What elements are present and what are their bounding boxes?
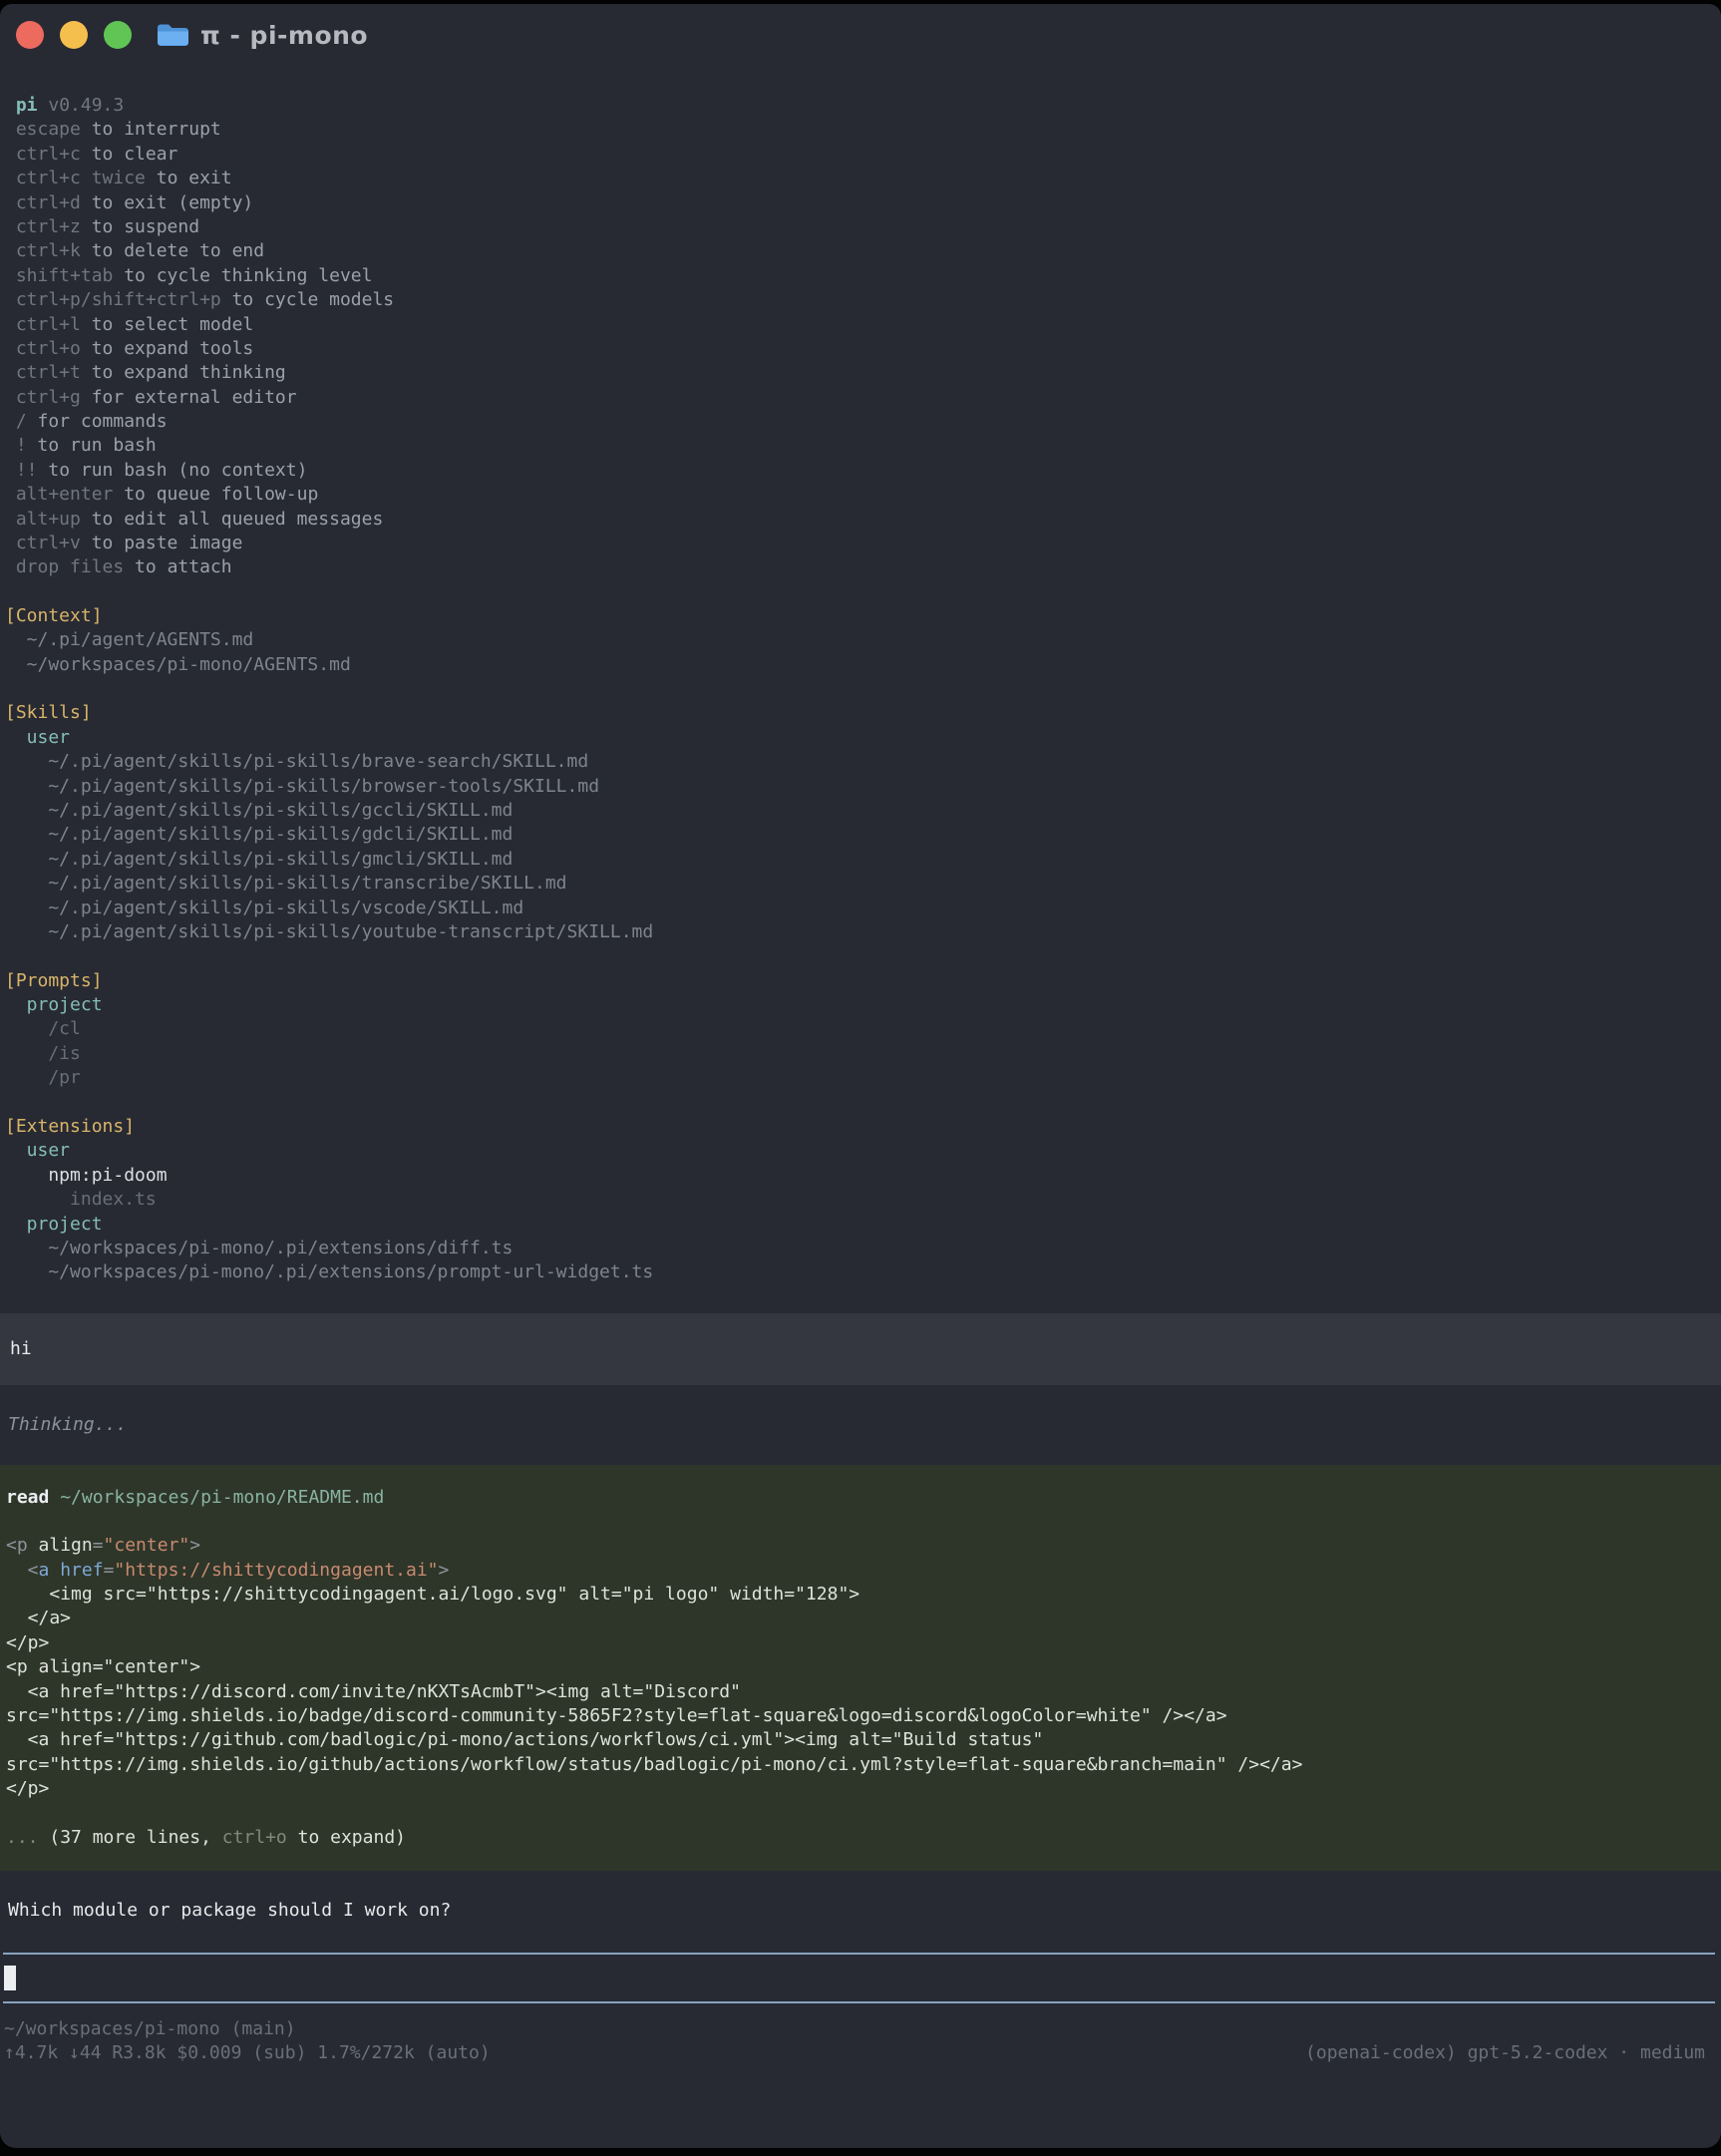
title-group: π - pi-mono [156, 21, 368, 50]
terminal-line [5, 944, 1721, 968]
terminal-line: <a href="https://shittycodingagent.ai"> [6, 1559, 1705, 1583]
terminal-line: /is [5, 1042, 1721, 1066]
context-sections: [Context] ~/.pi/agent/AGENTS.md ~/worksp… [0, 604, 1721, 1285]
terminal-line: ctrl+c twice to exit [5, 167, 1721, 190]
minimize-button[interactable] [60, 21, 88, 49]
titlebar: π - pi-mono [0, 4, 1721, 66]
terminal-line: ctrl+l to select model [5, 313, 1721, 337]
terminal-line: src="https://img.shields.io/github/actio… [6, 1753, 1705, 1777]
terminal-line: ~/.pi/agent/skills/pi-skills/gccli/SKILL… [5, 799, 1721, 823]
terminal-line: ctrl+g for external editor [5, 386, 1721, 410]
status-row: ↑4.7k ↓44 R3.8k $0.009 (sub) 1.7%/272k (… [4, 2041, 1705, 2065]
status-model-indicator: (openai-codex) gpt-5.2-codex · medium [1305, 2041, 1705, 2065]
terminal-line: <p align="center"> [6, 1534, 1705, 1558]
terminal-line: [Context] [5, 604, 1721, 628]
traffic-lights [16, 21, 132, 49]
zoom-button[interactable] [104, 21, 132, 49]
terminal-line: ~/workspaces/pi-mono/.pi/extensions/prom… [5, 1260, 1721, 1284]
terminal-line: ctrl+z to suspend [5, 215, 1721, 239]
assistant-message-block: Which module or package should I work on… [0, 1899, 1721, 1923]
terminal-line: user [5, 1139, 1721, 1163]
tool-call-panel[interactable]: read ~/workspaces/pi-mono/README.md <p a… [0, 1465, 1721, 1872]
terminal-line: ~/.pi/agent/skills/pi-skills/transcribe/… [5, 872, 1721, 896]
assistant-message: Which module or package should I work on… [8, 1899, 1721, 1923]
terminal-line: </p> [6, 1777, 1705, 1801]
terminal-line: ~/.pi/agent/AGENTS.md [5, 628, 1721, 652]
prompt-input[interactable] [3, 1953, 1715, 2003]
terminal-line: ctrl+t to expand thinking [5, 361, 1721, 385]
window-title: π - pi-mono [200, 21, 368, 50]
terminal-line: project [5, 1213, 1721, 1237]
terminal-line [6, 1802, 1705, 1826]
terminal-line: ctrl+d to exit (empty) [5, 191, 1721, 215]
terminal-line: drop files to attach [5, 555, 1721, 579]
terminal-line: / for commands [5, 410, 1721, 434]
terminal-line: [Skills] [5, 701, 1721, 725]
thinking-label: Thinking... [8, 1413, 1721, 1437]
terminal-line: pi v0.49.3 [5, 94, 1721, 118]
terminal-line: ctrl+c to clear [5, 143, 1721, 167]
thinking-indicator: Thinking... [0, 1413, 1721, 1437]
terminal-line: ~/.pi/agent/skills/pi-skills/browser-too… [5, 775, 1721, 799]
terminal-window: π - pi-mono pi v0.49.3 escape to interru… [0, 4, 1721, 2148]
status-cwd-branch: ~/workspaces/pi-mono (main) [4, 2017, 1705, 2041]
folder-icon [156, 22, 188, 48]
status-token-usage: ↑4.7k ↓44 R3.8k $0.009 (sub) 1.7%/272k (… [4, 2041, 491, 2065]
terminal-line: ~/.pi/agent/skills/pi-skills/gmcli/SKILL… [5, 848, 1721, 872]
terminal-line: </a> [6, 1607, 1705, 1630]
intro-shortcuts: pi v0.49.3 escape to interrupt ctrl+c to… [0, 94, 1721, 580]
terminal-line: read ~/workspaces/pi-mono/README.md [6, 1486, 1705, 1510]
terminal-line: [Prompts] [5, 969, 1721, 993]
terminal-line [5, 1091, 1721, 1115]
terminal-line: index.ts [5, 1188, 1721, 1212]
terminal-line: ~/.pi/agent/skills/pi-skills/youtube-tra… [5, 920, 1721, 944]
terminal-line: ~/.pi/agent/skills/pi-skills/vscode/SKIL… [5, 897, 1721, 920]
terminal-line: <a href="https://github.com/badlogic/pi-… [6, 1728, 1705, 1752]
terminal-line: ctrl+v to paste image [5, 532, 1721, 555]
terminal-line: ~/workspaces/pi-mono/.pi/extensions/diff… [5, 1237, 1721, 1260]
terminal-line: alt+up to edit all queued messages [5, 508, 1721, 532]
terminal-line: escape to interrupt [5, 118, 1721, 142]
terminal-line [6, 1510, 1705, 1534]
terminal-line: ctrl+p/shift+ctrl+p to cycle models [5, 288, 1721, 312]
terminal-line: ~/.pi/agent/skills/pi-skills/gdcli/SKILL… [5, 823, 1721, 847]
terminal-line: ! to run bash [5, 434, 1721, 458]
terminal-line: user [5, 726, 1721, 750]
terminal-line: alt+enter to queue follow-up [5, 483, 1721, 507]
terminal-line: <a href="https://discord.com/invite/nKXT… [6, 1680, 1705, 1704]
status-bar: ~/workspaces/pi-mono (main) ↑4.7k ↓44 R3… [0, 2017, 1721, 2066]
terminal-line: !! to run bash (no context) [5, 459, 1721, 483]
terminal-line: ... (37 more lines, ctrl+o to expand) [6, 1826, 1705, 1850]
terminal-line: ~/.pi/agent/skills/pi-skills/brave-searc… [5, 750, 1721, 774]
terminal-line: ctrl+k to delete to end [5, 239, 1721, 263]
terminal-line: project [5, 993, 1721, 1017]
terminal-line: ctrl+o to expand tools [5, 337, 1721, 361]
terminal-line: npm:pi-doom [5, 1164, 1721, 1188]
user-message-panel: hi [0, 1313, 1721, 1385]
close-button[interactable] [16, 21, 44, 49]
terminal-line: </p> [6, 1631, 1705, 1655]
terminal-line: shift+tab to cycle thinking level [5, 264, 1721, 288]
terminal-line: <p align="center"> [6, 1655, 1705, 1679]
terminal-line: /pr [5, 1066, 1721, 1090]
terminal-line: ~/workspaces/pi-mono/AGENTS.md [5, 653, 1721, 677]
terminal-line: /cl [5, 1017, 1721, 1041]
terminal-line: [Extensions] [5, 1115, 1721, 1139]
text-cursor [4, 1966, 16, 1990]
terminal-line [5, 677, 1721, 701]
user-message: hi [10, 1337, 1705, 1361]
terminal-line: <img src="https://shittycodingagent.ai/l… [6, 1583, 1705, 1607]
terminal-line: src="https://img.shields.io/badge/discor… [6, 1704, 1705, 1728]
